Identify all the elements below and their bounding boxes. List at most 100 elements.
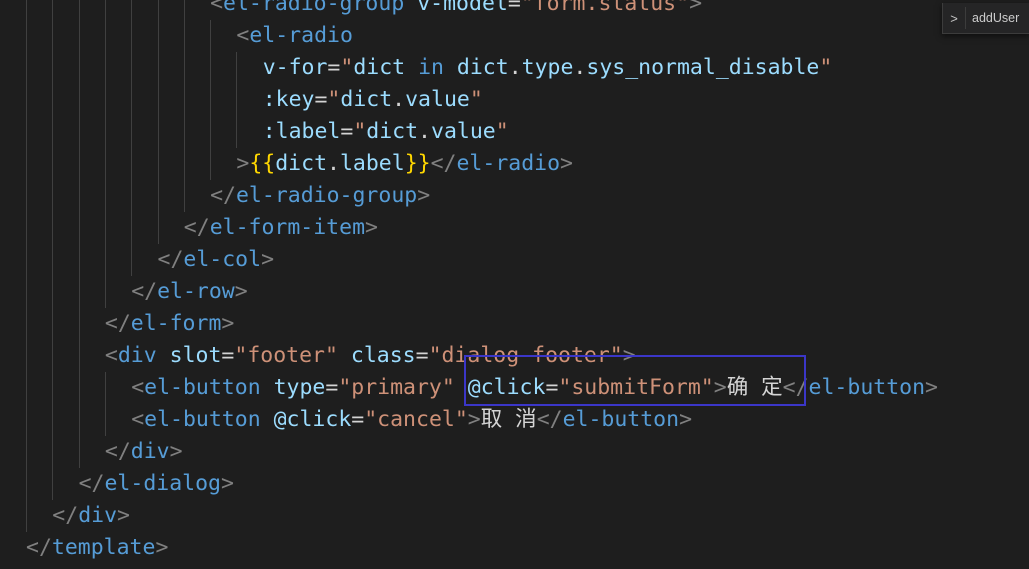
code-line[interactable]: </template> <box>26 532 168 564</box>
code-token: > <box>622 343 636 368</box>
code-token: "form.status" <box>520 0 690 16</box>
code-token: < <box>131 375 145 400</box>
code-token: dict <box>456 55 509 80</box>
code-token: </ <box>782 375 809 400</box>
code-token: </ <box>157 247 184 272</box>
code-line[interactable]: </el-dialog> <box>79 468 234 500</box>
breadcrumb-divider <box>965 7 966 29</box>
code-line[interactable]: :label="dict.value" <box>263 116 509 148</box>
code-token: "dialog-footer" <box>428 343 623 368</box>
code-token: " <box>327 87 341 112</box>
code-line[interactable]: >{{dict.label}}</el-radio> <box>236 148 573 180</box>
code-token: :label <box>262 119 341 144</box>
code-line[interactable]: </div> <box>105 436 183 468</box>
code-token: = <box>415 343 429 368</box>
code-token: = <box>351 407 365 432</box>
code-token: . <box>327 151 340 176</box>
indent-guide <box>183 0 185 212</box>
code-token: </ <box>430 151 457 176</box>
code-token: </ <box>52 503 79 528</box>
indent-guide <box>104 372 106 436</box>
code-token: "primary" <box>338 375 455 400</box>
code-token: el-button <box>808 375 926 400</box>
code-editor[interactable]: <el-radio-group v-model="form.status"> <e… <box>0 0 1029 569</box>
code-token: = <box>545 375 559 400</box>
code-token: in <box>418 55 444 80</box>
code-token: "cancel" <box>364 407 468 432</box>
code-token: . <box>392 87 406 112</box>
code-token: el-radio <box>249 23 353 48</box>
code-token: el-form-item <box>209 215 366 240</box>
code-token: </ <box>210 183 236 208</box>
code-token: el-row <box>157 279 235 304</box>
code-token: > <box>713 375 727 400</box>
code-token: > <box>220 471 234 496</box>
code-token: > <box>467 407 481 432</box>
code-token: el-button <box>144 407 261 432</box>
code-token: " <box>340 55 354 80</box>
code-line[interactable]: <el-radio <box>236 20 353 52</box>
indent-guide <box>104 0 106 308</box>
code-token: :key <box>262 87 315 112</box>
code-token: </ <box>78 471 105 496</box>
code-token: < <box>104 343 118 368</box>
code-token: > <box>365 215 378 240</box>
code-line[interactable]: </el-row> <box>131 276 248 308</box>
breadcrumb-sticky-widget[interactable]: > addUser <box>942 3 1029 34</box>
indent-guide <box>157 0 159 244</box>
code-line[interactable]: <div slot="footer" class="dialog-footer"… <box>105 340 636 372</box>
code-token: type <box>273 375 326 400</box>
code-token: = <box>327 55 341 80</box>
code-token: > <box>117 503 130 528</box>
indent-guide <box>52 0 54 500</box>
code-line[interactable]: v-for="dict in dict.type.sys_normal_disa… <box>263 52 833 84</box>
code-lines[interactable]: <el-radio-group v-model="form.status"> <e… <box>0 0 1029 569</box>
code-token: @click <box>273 407 352 432</box>
code-line[interactable]: <el-button @click="cancel">取 消</el-butto… <box>131 404 692 436</box>
code-line[interactable]: </el-form> <box>105 308 234 340</box>
code-token: type <box>521 55 574 80</box>
code-token: template <box>51 535 156 560</box>
code-token: div <box>78 503 118 528</box>
code-line[interactable]: </el-radio-group> <box>210 180 430 212</box>
code-line[interactable]: </div> <box>52 500 130 532</box>
code-token: > <box>155 535 169 560</box>
code-token: dict <box>353 55 406 80</box>
code-token: . <box>508 55 522 80</box>
code-token: " <box>819 55 833 80</box>
code-token: </ <box>536 407 563 432</box>
indent-guide <box>131 0 133 276</box>
code-token: > <box>417 183 431 208</box>
code-token: < <box>131 407 145 432</box>
code-line[interactable]: </el-col> <box>158 244 275 276</box>
code-token: dict <box>275 151 328 176</box>
code-token: </ <box>104 439 131 464</box>
code-token: </ <box>26 535 52 560</box>
code-line[interactable]: <el-radio-group v-model="form.status"> <box>210 0 702 20</box>
code-token: > <box>689 0 703 16</box>
code-token: el-button <box>562 407 680 432</box>
code-token: = <box>221 343 235 368</box>
code-token: dict <box>340 87 393 112</box>
code-token: "footer" <box>234 343 338 368</box>
chevron-right-icon[interactable]: > <box>943 11 965 26</box>
code-token: slot <box>169 343 222 368</box>
breadcrumb-label[interactable]: addUser <box>972 11 1019 25</box>
code-line[interactable]: :key="dict.value" <box>263 84 483 116</box>
code-line[interactable]: <el-button type="primary" @click="submit… <box>131 372 938 404</box>
code-token: " <box>495 119 509 144</box>
code-token: > <box>221 311 235 336</box>
code-token: }} <box>404 151 431 176</box>
code-token: el-radio-group <box>235 183 418 208</box>
code-token: el-form <box>130 311 222 336</box>
code-token: dict <box>366 119 419 144</box>
code-token: {{ <box>249 151 276 176</box>
code-token: el-radio-group <box>223 0 405 16</box>
code-line[interactable]: </el-form-item> <box>184 212 378 244</box>
code-token: el-radio <box>456 151 561 176</box>
code-token: 取 消 <box>480 407 537 432</box>
